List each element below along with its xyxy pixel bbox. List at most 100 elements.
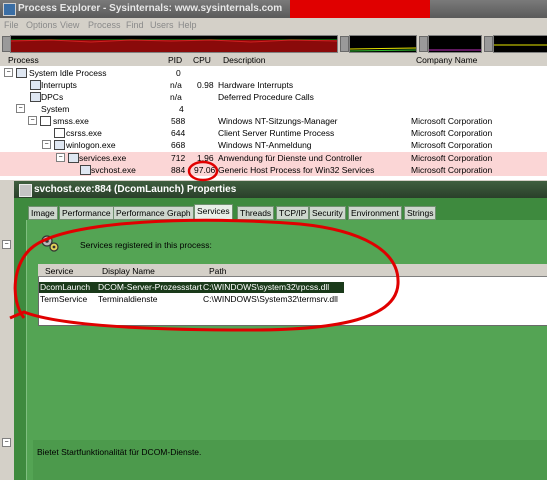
- tab-image[interactable]: Image: [28, 206, 58, 220]
- tab-services[interactable]: Services: [194, 204, 233, 220]
- toolbar-handle-icon[interactable]: [484, 36, 493, 52]
- gears-icon: [40, 233, 60, 253]
- process-icon: [16, 68, 27, 78]
- service-display-name: DCOM-Server-Prozessstart: [98, 282, 202, 292]
- process-row[interactable]: DPCs n/a Deferred Procedure Calls: [0, 91, 547, 103]
- collapse-icon[interactable]: −: [2, 240, 11, 249]
- dialog-icon: [19, 184, 32, 197]
- process-pid: n/a: [170, 80, 182, 90]
- process-explorer-icon: [3, 3, 16, 16]
- process-pid: 588: [171, 116, 186, 126]
- window-title: Process Explorer - Sysinternals: www.sys…: [18, 3, 283, 14]
- tab-security[interactable]: Security: [309, 206, 346, 220]
- col-company[interactable]: Company Name: [416, 55, 477, 65]
- process-description: Anwendung für Dienste und Controller: [218, 153, 363, 163]
- process-row[interactable]: csrss.exe 644 Client Server Runtime Proc…: [0, 127, 547, 139]
- menu-file[interactable]: File: [4, 20, 19, 30]
- physical-memory-graph[interactable]: [493, 35, 547, 53]
- collapse-icon[interactable]: −: [4, 68, 13, 77]
- menu-find[interactable]: Find: [126, 20, 144, 30]
- process-icon: [80, 165, 91, 175]
- service-display-name: Terminaldienste: [98, 294, 158, 304]
- process-name: DPCs: [41, 92, 64, 102]
- tab-tcpip[interactable]: TCP/IP: [276, 206, 310, 220]
- process-row[interactable]: Interrupts n/a 0.98 Hardware Interrupts: [0, 79, 547, 91]
- process-company: Microsoft Corporation: [411, 128, 493, 138]
- col-service[interactable]: Service: [45, 266, 73, 276]
- col-process[interactable]: Process: [8, 55, 39, 65]
- commit-graph[interactable]: [349, 35, 417, 53]
- col-cpu[interactable]: CPU: [193, 55, 211, 65]
- dialog-title-bar[interactable]: svchost.exe:884 (DcomLaunch) Properties: [14, 181, 547, 198]
- tab-performance[interactable]: Performance: [59, 206, 114, 220]
- toolbar-graphs: [0, 32, 547, 54]
- process-name: winlogon.exe: [66, 140, 116, 150]
- toolbar-handle-icon[interactable]: [340, 36, 349, 52]
- process-pid: 4: [179, 104, 184, 114]
- process-icon: [30, 92, 41, 102]
- process-pid: 884: [171, 165, 186, 175]
- process-description: Windows NT-Sitzungs-Manager: [218, 116, 338, 126]
- menu-options[interactable]: Options: [26, 20, 57, 30]
- process-description: Windows NT-Anmeldung: [218, 140, 312, 150]
- collapse-icon[interactable]: −: [2, 438, 11, 447]
- redaction-bar: [290, 0, 430, 18]
- io-graph[interactable]: [428, 35, 482, 53]
- services-label: Services registered in this process:: [80, 240, 212, 250]
- process-row[interactable]: − System 4: [0, 103, 547, 115]
- collapse-icon[interactable]: −: [42, 140, 51, 149]
- process-pid: 0: [176, 68, 181, 78]
- process-description: Client Server Runtime Process: [218, 128, 335, 138]
- process-row[interactable]: − smss.exe 588 Windows NT-Sitzungs-Manag…: [0, 115, 547, 127]
- tab-strings[interactable]: Strings: [404, 206, 437, 220]
- process-cpu: 1.96: [197, 153, 214, 163]
- tab-threads[interactable]: Threads: [237, 206, 275, 220]
- process-description: Hardware Interrupts: [218, 80, 294, 90]
- collapse-icon[interactable]: −: [16, 104, 25, 113]
- col-path[interactable]: Path: [209, 266, 227, 276]
- menu-process[interactable]: Process: [88, 20, 121, 30]
- process-name: svchost.exe: [91, 165, 136, 175]
- process-description: Generic Host Process for Win32 Services: [218, 165, 375, 175]
- menu-view[interactable]: View: [60, 20, 79, 30]
- service-name: TermService: [40, 294, 88, 304]
- toolbar-handle-icon[interactable]: [419, 36, 428, 52]
- col-description[interactable]: Description: [223, 55, 266, 65]
- process-name: csrss.exe: [66, 128, 102, 138]
- process-name: services.exe: [79, 153, 127, 163]
- process-cpu: 0.98: [197, 80, 214, 90]
- service-row[interactable]: DcomLaunch DCOM-Server-Prozessstart C:\W…: [39, 282, 344, 293]
- process-pid: 644: [171, 128, 186, 138]
- menu-help[interactable]: Help: [178, 20, 197, 30]
- collapse-icon[interactable]: −: [28, 116, 37, 125]
- dialog-title: svchost.exe:884 (DcomLaunch) Properties: [34, 184, 237, 195]
- process-name: System Idle Process: [29, 68, 107, 78]
- service-name: DcomLaunch: [40, 282, 91, 292]
- tab-performance-graph[interactable]: Performance Graph: [113, 206, 194, 220]
- process-icon: [54, 140, 65, 150]
- process-icon: [68, 153, 79, 163]
- process-name: smss.exe: [53, 116, 89, 126]
- col-display-name[interactable]: Display Name: [102, 266, 155, 276]
- service-description: Bietet Startfunktionalität für DCOM-Dien…: [37, 447, 202, 457]
- process-company: Microsoft Corporation: [411, 153, 493, 163]
- process-row[interactable]: − services.exe 712 1.96 Anwendung für Di…: [0, 152, 547, 164]
- process-icon: [54, 128, 65, 138]
- process-cpu: 97.06: [194, 165, 216, 175]
- menu-users[interactable]: Users: [150, 20, 174, 30]
- process-icon: [30, 80, 41, 90]
- service-description-box: [33, 440, 547, 480]
- process-row[interactable]: − System Idle Process 0: [0, 67, 547, 79]
- tree-margin: [0, 181, 14, 480]
- service-row[interactable]: TermService Terminaldienste C:\WINDOWS\S…: [39, 294, 344, 305]
- process-row[interactable]: svchost.exe 884 97.06 Generic Host Proce…: [0, 164, 547, 176]
- col-pid[interactable]: PID: [168, 55, 182, 65]
- tab-environment[interactable]: Environment: [348, 206, 402, 220]
- process-icon: [40, 116, 51, 126]
- dialog-tabs: Image Performance Performance Graph Serv…: [26, 204, 547, 220]
- service-path: C:\WINDOWS\system32\rpcss.dll: [203, 282, 330, 292]
- collapse-icon[interactable]: −: [56, 153, 65, 162]
- process-row[interactable]: − winlogon.exe 668 Windows NT-Anmeldung …: [0, 139, 547, 151]
- process-pid: 712: [171, 153, 186, 163]
- cpu-graph[interactable]: [10, 35, 338, 53]
